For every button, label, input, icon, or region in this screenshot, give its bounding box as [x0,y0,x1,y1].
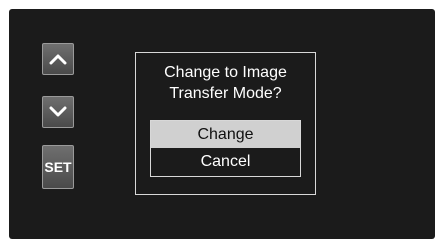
dialog-title: Change to Image Transfer Mode? [136,62,315,104]
dialog-title-line-2: Transfer Mode? [169,85,282,102]
chevron-up-icon [49,54,67,65]
set-button[interactable]: SET [42,145,74,189]
chevron-down-icon [49,106,67,117]
up-button[interactable] [42,43,74,75]
option-cancel[interactable]: Cancel [151,148,300,175]
set-button-label: SET [44,159,72,175]
option-list: Change Cancel [150,120,301,177]
dialog-title-line-1: Change to Image [164,64,287,81]
down-button[interactable] [42,96,74,128]
confirm-dialog: Change to Image Transfer Mode? Change Ca… [135,52,316,195]
option-change[interactable]: Change [151,121,300,148]
